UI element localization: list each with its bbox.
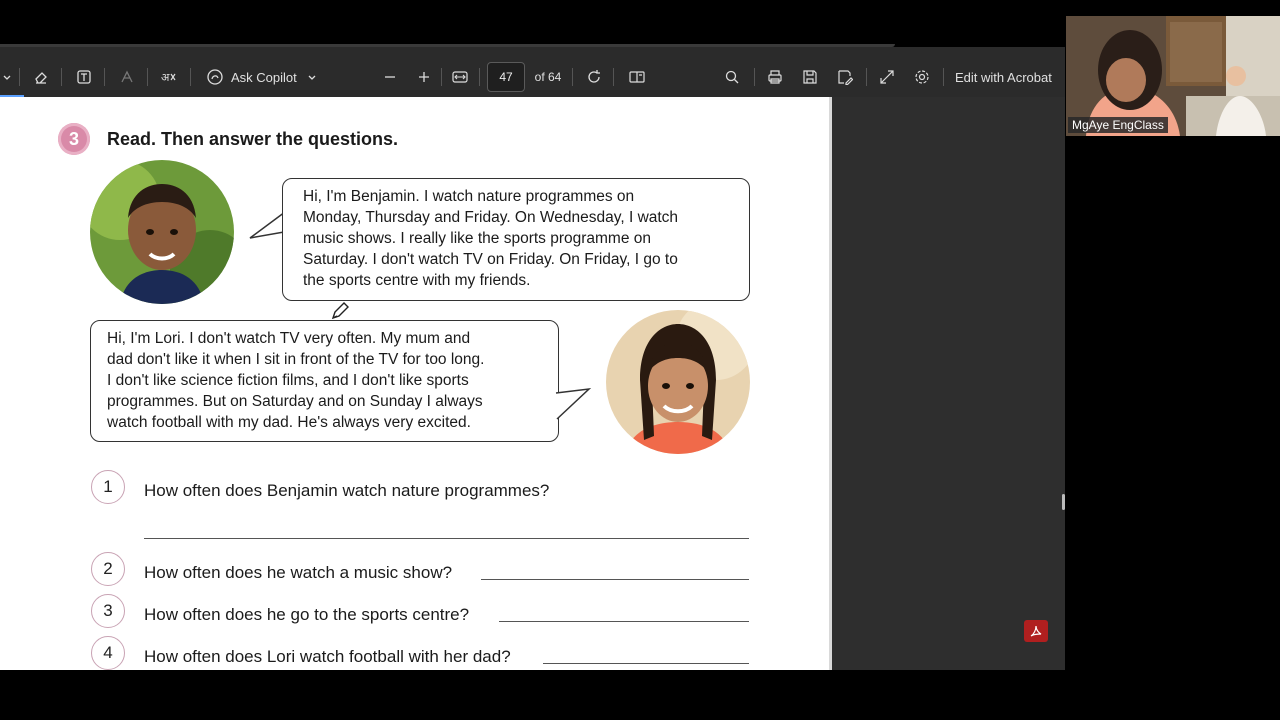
print-icon[interactable] (765, 57, 785, 97)
rotate-icon[interactable] (584, 57, 604, 97)
top-band (0, 0, 1065, 47)
two-page-icon[interactable] (627, 57, 647, 97)
copilot-icon[interactable] (204, 57, 226, 97)
save-as-icon[interactable] (835, 57, 855, 97)
ask-copilot-button[interactable]: Ask Copilot (231, 57, 301, 97)
benjamin-speech-bubble: Hi, I'm Benjamin. I watch nature program… (282, 178, 750, 301)
text-box-icon[interactable] (73, 57, 95, 97)
question-1-text: How often does Benjamin watch nature pro… (144, 481, 550, 500)
settings-icon[interactable] (912, 57, 932, 97)
question-number-4: 4 (91, 636, 125, 670)
answer-line-4[interactable] (543, 663, 749, 664)
read-aloud-icon[interactable]: अ (158, 57, 180, 97)
benjamin-text: Hi, I'm Benjamin. I watch nature program… (303, 188, 679, 289)
zoom-in-icon[interactable] (414, 57, 434, 97)
acrobat-icon[interactable] (1024, 620, 1048, 642)
answer-line-3[interactable] (499, 621, 749, 622)
scrollbar-thumb[interactable] (1062, 494, 1065, 510)
highlight-icon (116, 57, 138, 97)
question-3-text: How often does he go to the sports centr… (144, 605, 470, 624)
fullscreen-icon[interactable] (877, 57, 897, 97)
question-2-text: How often does he watch a music show? (144, 563, 453, 582)
answer-line-1[interactable] (144, 538, 749, 539)
exercise-title: Read. Then answer the questions. (107, 129, 399, 149)
zoom-out-icon[interactable] (380, 57, 400, 97)
question-number-1: 1 (91, 470, 125, 504)
lori-speech-bubble: Hi, I'm Lori. I don't watch TV very ofte… (90, 320, 559, 442)
question-4-text: How often does Lori watch football with … (144, 647, 511, 666)
answer-line-2[interactable] (481, 579, 749, 580)
page-total: of 64 (534, 70, 562, 84)
lori-photo (606, 310, 750, 454)
lori-bubble-tail (555, 387, 592, 420)
bottom-band (0, 670, 1280, 720)
webcam-name-label: MgAye EngClass (1068, 117, 1168, 133)
lori-text: Hi, I'm Lori. I don't watch TV very ofte… (107, 330, 485, 431)
benjamin-photo (90, 160, 234, 304)
pen-cursor-icon (331, 302, 349, 320)
question-number-2: 2 (91, 552, 125, 586)
edit-with-acrobat-button[interactable]: Edit with Acrobat (955, 57, 1065, 97)
toolbar-strip (0, 47, 1065, 57)
svg-text:अ: अ (161, 71, 170, 84)
pdf-toolbar: अ Ask Copilot 47 of 64 Edit with Acrobat (0, 57, 1065, 97)
search-icon[interactable] (722, 57, 742, 97)
chevron-down-icon[interactable] (0, 57, 14, 97)
exercise-number: 3 (58, 123, 90, 155)
question-number-3: 3 (91, 594, 125, 628)
page-number-input[interactable]: 47 (487, 62, 525, 92)
save-icon[interactable] (800, 57, 820, 97)
pdf-page: 3 Read. Then answer the questions. Hi, I… (0, 97, 832, 670)
eraser-icon[interactable] (30, 57, 52, 97)
fit-width-icon[interactable] (450, 57, 470, 97)
chevron-down-icon[interactable] (306, 57, 318, 97)
